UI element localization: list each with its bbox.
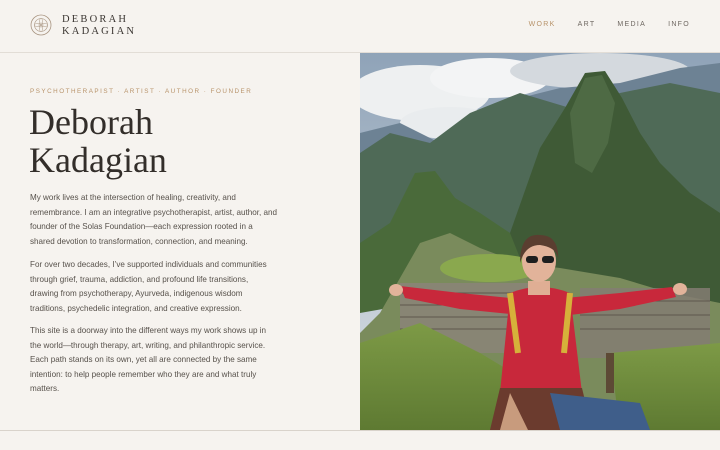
logo-last-name: KADAGIAN xyxy=(62,26,137,37)
nav-work[interactable]: WORK xyxy=(529,21,556,28)
hero-photo xyxy=(360,53,720,430)
mandala-logo-icon[interactable] xyxy=(30,14,52,36)
site-logo-text[interactable]: DEBORAH KADAGIAN xyxy=(62,14,136,38)
roles-eyebrow: PSYCHOTHERAPIST · ARTIST · AUTHOR · FOUN… xyxy=(30,88,253,95)
hero-text: PSYCHOTHERAPIST · ARTIST · AUTHOR · FOUN… xyxy=(0,53,360,430)
site-purpose-paragraph: This site is a doorway into the differen… xyxy=(30,326,267,393)
site-header: DEBORAH KADAGIAN WORK ART MEDIA INFO xyxy=(0,0,720,53)
machu-picchu-photo xyxy=(360,53,720,430)
bottom-divider xyxy=(0,430,720,431)
nav-info[interactable]: INFO xyxy=(668,21,690,28)
page-title: Deborah Kadagian xyxy=(29,103,167,179)
main-nav: WORK ART MEDIA INFO xyxy=(529,21,690,28)
nav-art[interactable]: ART xyxy=(578,21,596,28)
experience-paragraph: For over two decades, I’ve supported ind… xyxy=(30,260,267,313)
logo-first-name: DEBORAH xyxy=(62,14,129,25)
title-line-1: Deborah xyxy=(29,102,153,142)
title-line-2: Kadagian xyxy=(29,140,167,180)
nav-media[interactable]: MEDIA xyxy=(617,21,646,28)
intro-paragraph: My work lives at the intersection of hea… xyxy=(30,193,277,246)
